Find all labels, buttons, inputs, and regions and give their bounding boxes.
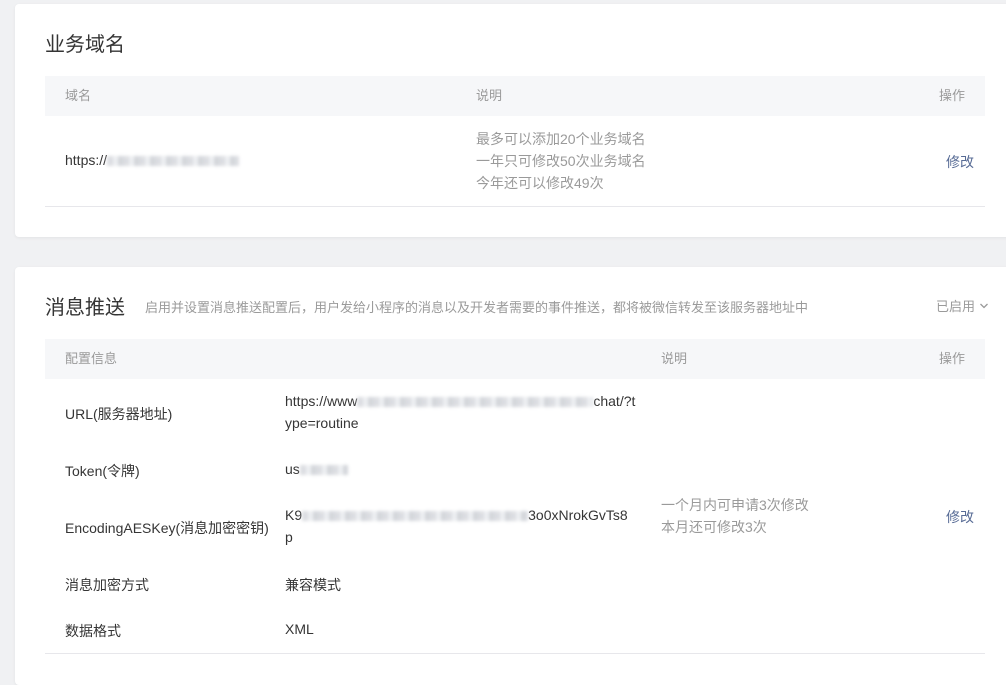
status-dropdown[interactable]: 已启用: [936, 296, 989, 315]
message-push-title: 消息推送: [45, 297, 125, 319]
domain-description: 最多可以添加20个业务域名 一年只可修改50次业务域名 今年还可以修改49次: [476, 128, 646, 194]
encrypt-mode-label: 消息加密方式: [65, 577, 149, 593]
status-label: 已启用: [935, 299, 975, 314]
aeskey-line2: p: [285, 529, 293, 545]
redacted-aeskey: [302, 511, 529, 522]
message-push-card: 消息推送 启用并设置消息推送配置后，用户发给小程序的消息以及开发者需要的事件推送…: [15, 267, 1006, 685]
column-action: 操作: [938, 351, 965, 366]
aeskey-prefix: K9: [285, 507, 303, 523]
desc-line: 一年只可修改50次业务域名: [476, 153, 646, 169]
redacted-token: [299, 465, 348, 476]
redacted-url: [357, 397, 594, 408]
column-action: 操作: [938, 88, 965, 103]
aeskey-value: K9 3o0xNrokGvTs8 p: [285, 504, 628, 548]
token-value: us: [285, 461, 348, 477]
url-value: https://www chat/?t ype=routine: [285, 390, 635, 434]
desc-line: 最多可以添加20个业务域名: [476, 131, 646, 147]
url-suffix: chat/?t: [593, 393, 636, 409]
encrypt-mode-value: 兼容模式: [285, 577, 341, 593]
aeskey-suffix: 3o0xNrokGvTs8: [528, 507, 628, 523]
aeskey-label: EncodingAESKey(消息加密密钥): [65, 520, 269, 536]
data-format-label: 数据格式: [65, 623, 121, 639]
divider: [45, 653, 985, 654]
column-domain: 域名: [65, 88, 92, 103]
column-config: 配置信息: [65, 351, 118, 366]
data-format-value: XML: [285, 621, 314, 637]
url-prefix: https://www: [285, 393, 358, 409]
modify-domain-link[interactable]: 修改: [946, 152, 974, 172]
desc-line: 一个月内可申请3次修改: [661, 497, 809, 513]
domain-value: https://: [65, 152, 240, 168]
message-push-description: 启用并设置消息推送配置后，用户发给小程序的消息以及开发者需要的事件推送，都将被微…: [145, 300, 809, 315]
message-push-table-header: 配置信息 说明 操作: [45, 339, 985, 379]
column-description: 说明: [661, 351, 688, 366]
url-line2: ype=routine: [285, 415, 359, 431]
desc-line: 今年还可以修改49次: [476, 175, 604, 191]
divider: [45, 206, 985, 207]
chevron-down-icon: [980, 303, 988, 308]
desc-line: 本月还可修改3次: [661, 519, 767, 535]
url-label: URL(服务器地址): [65, 406, 173, 422]
modify-aeskey-link[interactable]: 修改: [946, 507, 974, 527]
domain-prefix: https://: [65, 152, 108, 168]
business-domain-table-header: 域名 说明 操作: [45, 76, 985, 116]
aeskey-description: 一个月内可申请3次修改 本月还可修改3次: [661, 494, 809, 538]
business-domain-card: 业务域名 域名 说明 操作 https:// 最多可以添加20个业务域名 一年只…: [15, 4, 1006, 237]
business-domain-title: 业务域名: [45, 34, 125, 56]
column-description: 说明: [476, 88, 503, 103]
token-label: Token(令牌): [65, 463, 140, 479]
token-prefix: us: [285, 461, 300, 477]
redacted-domain: [107, 156, 240, 167]
